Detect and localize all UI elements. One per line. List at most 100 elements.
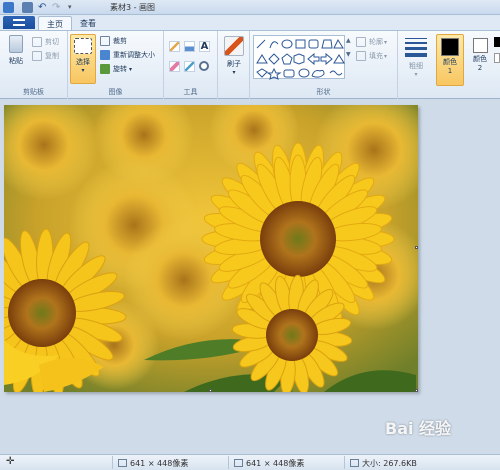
image-size-icon: [234, 459, 243, 467]
color1-selector[interactable]: 颜色 1: [436, 34, 464, 86]
copy-icon: [32, 51, 42, 61]
eraser-icon[interactable]: [169, 61, 180, 72]
cloud-callout-icon: [311, 69, 325, 78]
clipboard-group: 粘贴 剪切 复制 剪贴板: [0, 31, 68, 99]
hexagon-shape-icon: [293, 53, 305, 65]
color1-swatch: [441, 38, 459, 56]
scissors-icon: [32, 37, 42, 47]
shapes-group-label: 形状: [316, 88, 331, 96]
crop-label: 裁剪: [113, 37, 127, 45]
copy-label: 复制: [45, 52, 59, 60]
image-size-text: 641 × 448像素: [246, 459, 305, 468]
paste-label: 粘贴: [9, 57, 23, 65]
tools-group: A 工具: [164, 31, 218, 99]
color-picker-icon[interactable]: [184, 61, 195, 72]
ribbon-tabs: 主页 查看: [0, 15, 500, 30]
file-size-text: 大小: 267.6KB: [362, 459, 417, 468]
resize-label: 重新调整大小: [113, 51, 155, 59]
line-shape-icon: [256, 39, 266, 49]
crop-icon: [100, 36, 110, 46]
select-label: 选择: [76, 58, 90, 66]
canvas-workspace: [0, 99, 500, 454]
callout-shape-icon: [283, 69, 295, 78]
baidu-watermark: Bai 经验: [385, 419, 452, 438]
shape-gallery[interactable]: [253, 35, 345, 80]
rotate-button[interactable]: 旋转 ▾: [100, 64, 132, 74]
star-shape-icon: [266, 67, 282, 80]
fill-bucket-icon[interactable]: [184, 41, 195, 52]
size-button[interactable]: 粗细 ▾: [403, 35, 429, 78]
title-bar: ↶ ↷ ▾ 素材3 - 画图: [0, 0, 500, 15]
triangle-shape-icon: [333, 38, 344, 49]
line-weight-icon: [405, 38, 427, 57]
tab-view[interactable]: 查看: [72, 16, 104, 30]
oval-callout-icon: [298, 68, 310, 78]
arrow-down-shape-icon: [256, 68, 268, 78]
arrow-right-shape-icon: [320, 52, 333, 66]
outline-icon: [356, 37, 366, 47]
resize-icon: [100, 50, 110, 60]
diamond-shape-icon: [268, 53, 280, 65]
select-button[interactable]: 选择 ▾: [70, 34, 96, 84]
image-group-label: 图像: [108, 88, 123, 96]
color2-swatch: [472, 38, 488, 53]
rotate-icon: [100, 64, 110, 74]
tools-group-label: 工具: [183, 88, 198, 96]
resize-handle-right[interactable]: [415, 246, 418, 249]
drawing-canvas[interactable]: [4, 105, 418, 392]
resize-handle-bottom[interactable]: [209, 389, 212, 392]
color2-selector[interactable]: 颜色 2: [466, 34, 494, 86]
move-cursor-icon: ✛: [6, 456, 15, 467]
paste-button[interactable]: 粘贴: [4, 35, 28, 66]
arrow-up-shape-icon: [333, 54, 345, 64]
fill-dropdown[interactable]: 填充 ▾: [356, 51, 387, 61]
status-bar: ✛ 641 × 448像素 641 × 448像素 大小: 267.6KB: [0, 454, 500, 470]
shapes-group: ▲ ▼ 轮廓 ▾ 填充 ▾ 形状: [250, 31, 398, 99]
color1-label: 颜色 1: [443, 58, 457, 75]
brushes-label: 刷子: [227, 60, 241, 68]
color-palette-row2[interactable]: [494, 53, 500, 63]
text-tool-icon[interactable]: A: [199, 41, 210, 52]
rectangle-shape-icon: [295, 39, 306, 49]
paint-app-icon: [3, 2, 14, 13]
polygon-shape-icon: [321, 39, 333, 49]
brush-icon: [224, 36, 244, 56]
cut-button[interactable]: 剪切: [32, 37, 59, 47]
arrow-left-shape-icon: [307, 52, 320, 66]
curve-shape-icon: [269, 41, 279, 49]
outline-label: 轮廓: [369, 38, 383, 46]
selection-size-text: 641 × 448像素: [130, 459, 189, 468]
size-label: 粗细: [409, 62, 423, 70]
resize-button[interactable]: 重新调整大小: [100, 50, 155, 60]
undo-icon[interactable]: ↶: [38, 2, 49, 13]
image-group: 选择 ▾ 裁剪 重新调整大小 旋转 ▾ 图像: [68, 31, 164, 99]
pencil-icon[interactable]: [169, 41, 180, 52]
fill-icon: [356, 51, 366, 61]
magnifier-icon[interactable]: [199, 61, 209, 71]
file-size: 大小: 267.6KB: [350, 458, 417, 469]
size-group: 粗细 ▾: [398, 31, 434, 99]
resize-handle-corner[interactable]: [415, 389, 418, 392]
save-icon[interactable]: [22, 2, 33, 13]
rotate-label: 旋转: [113, 65, 127, 73]
redo-icon[interactable]: ↷: [52, 2, 63, 13]
crop-button[interactable]: 裁剪: [100, 36, 127, 46]
right-triangle-shape-icon: [256, 54, 268, 64]
tab-home[interactable]: 主页: [38, 16, 72, 30]
file-menu-button[interactable]: [3, 16, 35, 29]
pentagon-shape-icon: [281, 53, 293, 65]
cut-label: 剪切: [45, 38, 59, 46]
selection-size: 641 × 448像素: [118, 458, 188, 469]
outline-dropdown[interactable]: 轮廓 ▾: [356, 37, 387, 47]
ribbon: 粘贴 剪切 复制 剪贴板 选择 ▾ 裁剪 重新调整大小 旋转 ▾ 图像 A 工具…: [0, 30, 500, 99]
brushes-group: 刷子 ▾: [218, 31, 250, 99]
image-size: 641 × 448像素: [234, 458, 304, 469]
oval-shape-icon: [281, 39, 293, 49]
clipboard-group-label: 剪贴板: [23, 88, 44, 96]
color-palette[interactable]: [494, 37, 500, 47]
qat-dropdown-icon[interactable]: ▾: [68, 2, 79, 13]
selection-rect-icon: [74, 38, 92, 54]
copy-button[interactable]: 复制: [32, 51, 59, 61]
brushes-button[interactable]: 刷子 ▾: [221, 36, 247, 76]
fill-label: 填充: [369, 52, 383, 60]
